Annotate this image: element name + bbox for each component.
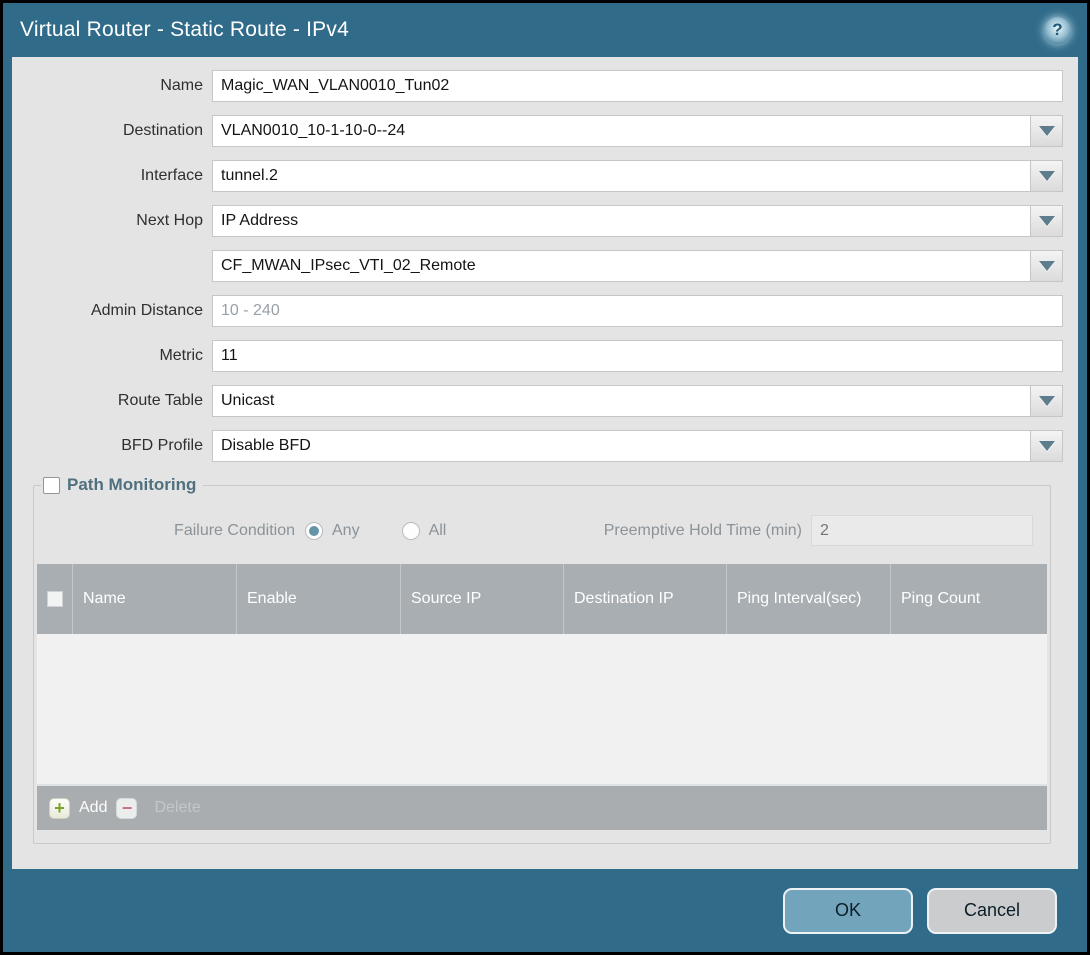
name-input[interactable] <box>212 70 1063 102</box>
delete-button: Delete <box>154 799 200 817</box>
form-row-destination: Destination <box>12 115 1063 147</box>
preemptive-hold-time-label: Preemptive Hold Time (min) <box>604 522 811 540</box>
bfd-profile-label: BFD Profile <box>12 437 212 455</box>
failure-condition-any-label: Any <box>332 522 360 540</box>
form-row-next-hop: Next Hop <box>12 205 1063 237</box>
dialog-content: Name Destination Interface Next Hop <box>12 57 1078 869</box>
column-header-ping-interval[interactable]: Ping Interval(sec) <box>727 564 891 634</box>
next-hop-label: Next Hop <box>12 212 212 230</box>
column-header-destination-ip[interactable]: Destination IP <box>564 564 727 634</box>
metric-input[interactable] <box>212 340 1063 372</box>
route-table-combobox <box>212 385 1063 417</box>
admin-distance-label: Admin Distance <box>12 302 212 320</box>
preemptive-hold-time-input[interactable] <box>811 515 1033 546</box>
chevron-down-icon <box>1039 441 1055 451</box>
destination-input[interactable] <box>212 115 1030 147</box>
next-hop-value-combobox <box>212 250 1063 282</box>
failure-condition-row: Failure Condition Any All Preemptive Hol… <box>37 515 1033 546</box>
bfd-profile-dropdown-button[interactable] <box>1030 430 1063 462</box>
admin-distance-input[interactable] <box>212 295 1063 327</box>
chevron-down-icon <box>1039 216 1055 226</box>
path-monitoring-table: Name Enable Source IP Destination IP Pin… <box>37 564 1047 830</box>
column-header-name[interactable]: Name <box>73 564 237 634</box>
form-row-bfd-profile: BFD Profile <box>12 430 1063 462</box>
failure-condition-all-radio[interactable] <box>402 522 420 540</box>
form-row-metric: Metric <box>12 340 1063 372</box>
interface-dropdown-button[interactable] <box>1030 160 1063 192</box>
column-header-source-ip[interactable]: Source IP <box>401 564 564 634</box>
column-header-enable[interactable]: Enable <box>237 564 401 634</box>
destination-dropdown-button[interactable] <box>1030 115 1063 147</box>
next-hop-value-dropdown-button[interactable] <box>1030 250 1063 282</box>
destination-combobox <box>212 115 1063 147</box>
interface-input[interactable] <box>212 160 1030 192</box>
chevron-down-icon <box>1039 261 1055 271</box>
form-row-name: Name <box>12 70 1063 102</box>
column-header-ping-count[interactable]: Ping Count <box>891 564 1047 634</box>
chevron-down-icon <box>1039 171 1055 181</box>
form-row-interface: Interface <box>12 160 1063 192</box>
path-monitoring-checkbox[interactable] <box>43 477 60 494</box>
chevron-down-icon <box>1039 396 1055 406</box>
next-hop-input[interactable] <box>212 205 1030 237</box>
path-monitoring-table-toolbar: + Add − Delete <box>37 784 1047 830</box>
path-monitoring-legend: Path Monitoring <box>41 475 203 495</box>
form-row-next-hop-value <box>12 250 1063 282</box>
next-hop-combobox <box>212 205 1063 237</box>
add-button[interactable]: Add <box>79 799 107 817</box>
dialog-title: Virtual Router - Static Route - IPv4 <box>20 18 349 42</box>
next-hop-value-input[interactable] <box>212 250 1030 282</box>
bfd-profile-combobox <box>212 430 1063 462</box>
cancel-button[interactable]: Cancel <box>927 888 1057 934</box>
select-all-cell <box>37 564 73 634</box>
form-row-route-table: Route Table <box>12 385 1063 417</box>
ok-button[interactable]: OK <box>783 888 913 934</box>
interface-combobox <box>212 160 1063 192</box>
path-monitoring-table-header: Name Enable Source IP Destination IP Pin… <box>37 564 1047 634</box>
next-hop-dropdown-button[interactable] <box>1030 205 1063 237</box>
dialog-titlebar: Virtual Router - Static Route - IPv4 ? <box>3 3 1087 57</box>
failure-condition-label: Failure Condition <box>37 522 305 540</box>
virtual-router-static-route-dialog: Virtual Router - Static Route - IPv4 ? N… <box>0 0 1090 955</box>
path-monitoring-table-body <box>37 634 1047 784</box>
help-icon[interactable]: ? <box>1044 17 1071 44</box>
metric-label: Metric <box>12 347 212 365</box>
chevron-down-icon <box>1039 126 1055 136</box>
bfd-profile-input[interactable] <box>212 430 1030 462</box>
name-label: Name <box>12 77 212 95</box>
delete-icon: − <box>116 798 137 819</box>
route-table-label: Route Table <box>12 392 212 410</box>
failure-condition-all-label: All <box>429 522 447 540</box>
form-row-admin-distance: Admin Distance <box>12 295 1063 327</box>
dialog-footer: OK Cancel <box>3 869 1087 952</box>
destination-label: Destination <box>12 122 212 140</box>
path-monitoring-section: Path Monitoring Failure Condition Any Al… <box>33 475 1051 844</box>
add-icon[interactable]: + <box>49 798 70 819</box>
route-table-dropdown-button[interactable] <box>1030 385 1063 417</box>
select-all-checkbox[interactable] <box>47 591 63 607</box>
path-monitoring-title: Path Monitoring <box>67 475 196 495</box>
route-table-input[interactable] <box>212 385 1030 417</box>
interface-label: Interface <box>12 167 212 185</box>
failure-condition-any-radio[interactable] <box>305 522 323 540</box>
